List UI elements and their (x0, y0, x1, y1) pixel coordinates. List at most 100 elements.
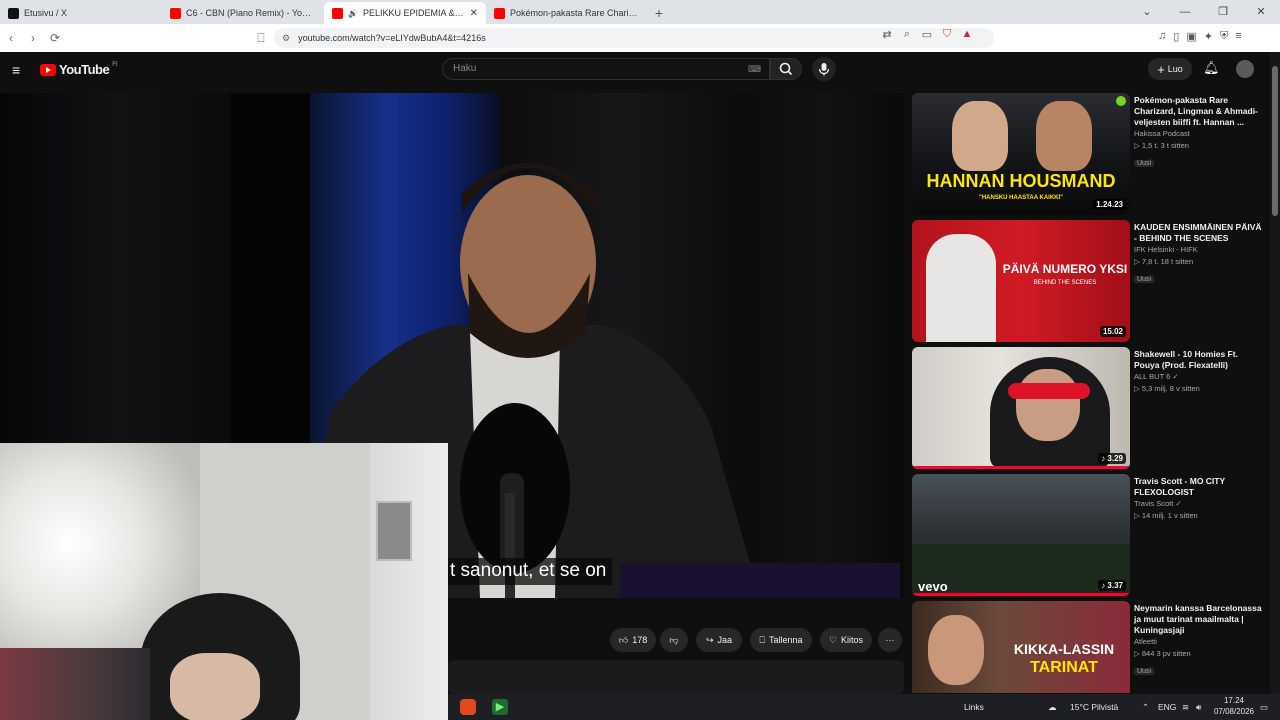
youtube-play-icon (40, 63, 56, 76)
video-thumbnail[interactable]: PÄIVÄ NUMERO YKSI BEHIND THE SCENES 15.0… (912, 220, 1130, 342)
wifi-icon[interactable]: ≋ (1182, 694, 1189, 720)
new-tab-button[interactable]: + (648, 2, 670, 24)
logo-text: YouTube (59, 62, 110, 77)
video-title[interactable]: Neymarin kanssa Barcelonassa ja muut tar… (1134, 603, 1262, 636)
channel-name[interactable]: Travis Scott ✓ (1134, 498, 1262, 510)
brave-shield-icon[interactable]: ⛉ (940, 28, 954, 44)
forward-button[interactable]: › (22, 27, 44, 49)
more-actions-button[interactable]: ··· (878, 628, 902, 652)
thumb-title-text: KIKKA-LASSIN (1013, 641, 1115, 657)
video-stats: ▷ 5,3 milj. 8 v sitten (1134, 384, 1200, 393)
related-video[interactable]: ♪ 3.29 Shakewell - 10 Homies Ft. Pouya (… (912, 347, 1268, 469)
clock-date[interactable]: 07/08/2026 (1212, 707, 1256, 716)
video-thumbnail[interactable]: ♪ 3.29 (912, 347, 1130, 469)
youtube-logo[interactable]: YouTube FI (40, 62, 118, 77)
reload-button[interactable]: ⟳ (44, 27, 66, 49)
webcam-overlay (0, 443, 448, 720)
speaker-icon[interactable]: 🔊 (348, 9, 358, 18)
brave-rewards-icon[interactable]: ▲ (960, 28, 974, 44)
x-favicon-icon (8, 7, 19, 19)
browser-tab-active[interactable]: 🔊 PELIKKU EPIDEMIA & KODITT ✕ (324, 2, 486, 24)
links-toolbar-label[interactable]: Links (964, 694, 984, 720)
cast-icon[interactable]: ▭ (920, 28, 934, 44)
progress-bar (912, 593, 1130, 596)
more-label: ··· (885, 635, 895, 645)
related-video[interactable]: vevo ♪ 3.37 Travis Scott - MO CITY FLEXO… (912, 474, 1268, 596)
video-stats: ▷ 844 3 pv sitten (1134, 649, 1191, 658)
language-indicator[interactable]: ENG (1158, 694, 1176, 720)
music-icon[interactable]: ♫ (1158, 30, 1166, 43)
channel-name[interactable]: ALL BUT 6 ✓ (1134, 371, 1262, 383)
search-button[interactable] (770, 58, 802, 80)
webcam-face (170, 653, 260, 720)
related-video[interactable]: PÄIVÄ NUMERO YKSI BEHIND THE SCENES 15.0… (912, 220, 1268, 342)
weather-text[interactable]: 15°C Pilvistä (1070, 694, 1118, 720)
notification-icon[interactable]: ▭ (1260, 694, 1268, 720)
chevron-up-icon[interactable]: ⌃ (1142, 694, 1149, 720)
wallet-icon[interactable]: ▣ (1186, 30, 1196, 43)
leo-icon[interactable]: ✦ (1204, 30, 1213, 43)
video-thumbnail[interactable]: KIKKA-LASSIN TARINAT (912, 601, 1130, 693)
search-input[interactable]: Haku ⌨ (442, 58, 770, 80)
site-info-icon[interactable]: ⚙ (282, 33, 290, 44)
related-video[interactable]: KIKKA-LASSIN TARINAT Neymarin kanssa Bar… (912, 601, 1268, 693)
thumb-subtitle-text: TARINAT (1030, 659, 1098, 676)
thumb-title-text: vevo (918, 579, 948, 594)
video-title[interactable]: Travis Scott - MO CITY FLEXOLOGIST (1134, 476, 1262, 498)
bookmark-save-icon: ⎕ (759, 634, 765, 645)
tab-title: Pokémon-pakasta Rare Charizard, Lin (510, 8, 640, 18)
keyboard-icon[interactable]: ⌨ (748, 59, 761, 79)
dislike-button[interactable]: 👎︎ (660, 628, 688, 652)
video-title[interactable]: KAUDEN ENSIMMÄINEN PÄIVÄ - BEHIND THE SC… (1134, 222, 1262, 244)
clock-time[interactable]: 17.24 (1212, 696, 1256, 705)
browser-tab-pokemon[interactable]: Pokémon-pakasta Rare Charizard, Lin (486, 2, 648, 24)
related-video[interactable]: HANNAN HOUSMAND "HANSKU HAASTAA KAIKKI" … (912, 93, 1268, 215)
close-tab-icon[interactable]: ✕ (470, 8, 478, 19)
scrollbar-thumb[interactable] (1272, 66, 1278, 216)
channel-name[interactable]: IFK Helsinki - HIFK (1134, 244, 1262, 256)
channel-name[interactable]: Atleetti (1134, 636, 1262, 648)
notifications-bell-icon[interactable]: 🔔︎ (1203, 60, 1220, 76)
brave-browser-icon[interactable] (460, 699, 476, 715)
back-button[interactable]: ‹ (0, 27, 22, 49)
create-button[interactable]: + Luo (1148, 58, 1192, 80)
bookmark-icon[interactable]: ⎕ (250, 27, 272, 49)
browser-tab-strip: Etusivu / X C6 - CBN (Piano Remix) - You… (0, 0, 1280, 24)
video-stats: ▷ 1,5 t. 3 t sitten (1134, 141, 1189, 150)
thumbs-up-icon: 👍︎ (618, 634, 629, 645)
video-thumbnail[interactable]: vevo ♪ 3.37 (912, 474, 1130, 596)
page-scrollbar[interactable] (1270, 52, 1280, 694)
media-app-icon[interactable]: ▶ (492, 699, 508, 715)
tab-title: PELIKKU EPIDEMIA & KODITT (362, 8, 465, 18)
browser-tab-x[interactable]: Etusivu / X (0, 2, 162, 24)
thumbs-down-icon: 👎︎ (669, 634, 679, 645)
volume-icon[interactable]: 🔊︎ (1196, 694, 1201, 720)
translate-icon[interactable]: ⇄ (880, 28, 894, 44)
chevron-down-icon[interactable]: ⌄ (1128, 0, 1166, 24)
vpn-icon[interactable]: ⛨ (1220, 30, 1228, 43)
close-window-button[interactable]: ✕ (1242, 0, 1280, 24)
maximize-button[interactable]: ❐ (1204, 0, 1242, 24)
thumb-title-text: PÄIVÄ NUMERO YKSI (1002, 262, 1128, 276)
browser-tab-cbn[interactable]: C6 - CBN (Piano Remix) - YouTube (162, 2, 324, 24)
like-button[interactable]: 👍︎ 178 (610, 628, 656, 652)
minimize-button[interactable]: — (1166, 0, 1204, 24)
hamburger-menu-icon[interactable]: ≡ (12, 62, 20, 78)
share-button[interactable]: ↪ Jaa (696, 628, 742, 652)
sidebar-icon[interactable]: ▯ (1173, 30, 1179, 43)
thanks-button[interactable]: ♡ Kiitos (820, 628, 872, 652)
voice-search-button[interactable] (812, 57, 836, 81)
description-box[interactable] (448, 660, 904, 694)
video-thumbnail[interactable]: HANNAN HOUSMAND "HANSKU HAASTAA KAIKKI" … (912, 93, 1130, 215)
youtube-masthead: ≡ YouTube FI Haku ⌨ + Luo 🔔︎ (0, 52, 1270, 92)
progress-bar (912, 466, 1130, 469)
zoom-icon[interactable]: ⌕ (900, 28, 914, 44)
save-button[interactable]: ⎕ Tallenna (750, 628, 812, 652)
heart-dollar-icon: ♡ (828, 634, 838, 645)
video-title[interactable]: Shakewell - 10 Homies Ft. Pouya (Prod. F… (1134, 349, 1262, 371)
video-stats: ▷ 7,8 t. 18 t sitten (1134, 257, 1194, 266)
video-title[interactable]: Pokémon-pakasta Rare Charizard, Lingman … (1134, 95, 1262, 128)
menu-icon[interactable]: ≡ (1235, 30, 1241, 43)
channel-name[interactable]: Hakissa Podcast (1134, 128, 1262, 140)
avatar[interactable] (1236, 60, 1254, 78)
